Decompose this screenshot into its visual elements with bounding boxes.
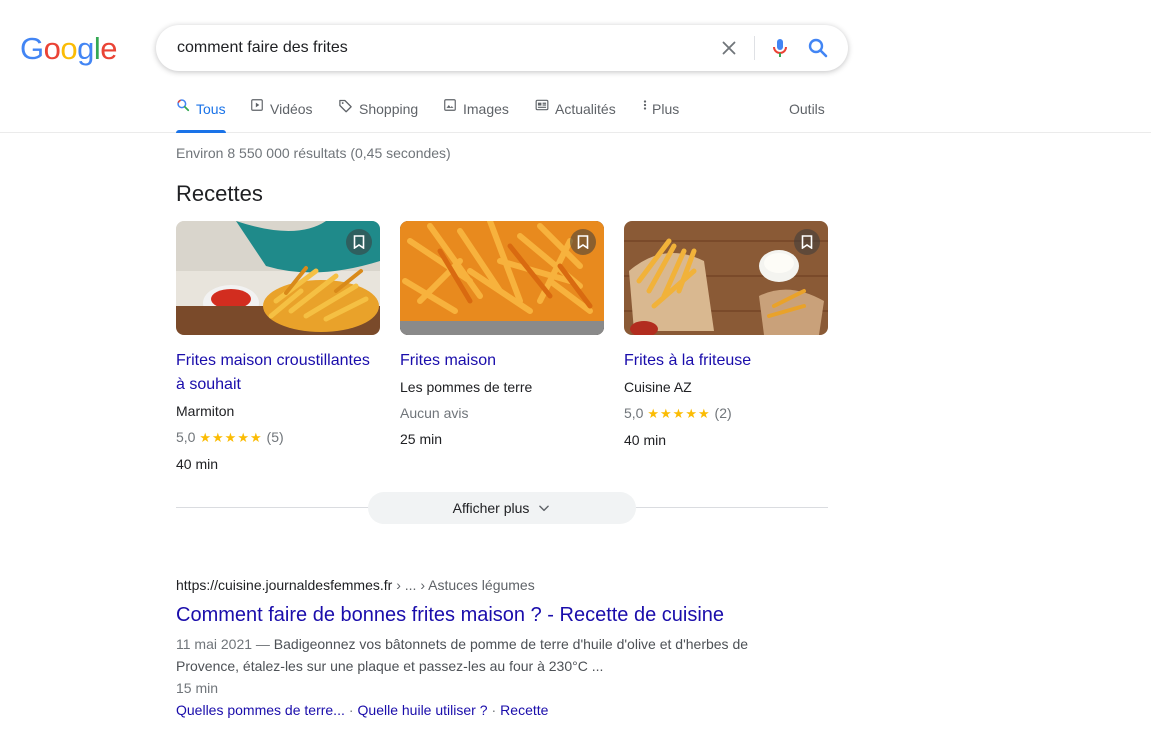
bookmark-icon[interactable] [346, 229, 372, 255]
result-title[interactable]: Comment faire de bonnes frites maison ? … [176, 602, 796, 628]
tab-label: Images [463, 101, 509, 117]
tab-actualites[interactable]: Actualités [535, 96, 616, 132]
recipe-card[interactable]: Frites maison croustillantes à souhait M… [176, 221, 380, 474]
tab-label: Vidéos [270, 101, 313, 117]
google-logo[interactable]: Google [20, 31, 118, 67]
tab-label: Plus [652, 101, 680, 117]
rating-stars: ★★★★★ [199, 430, 263, 445]
clear-icon[interactable] [718, 37, 740, 59]
recipe-image[interactable] [624, 221, 828, 335]
recipe-source: Cuisine AZ [624, 379, 692, 395]
bookmark-icon[interactable] [794, 229, 820, 255]
tab-label: Shopping [359, 101, 419, 117]
recipe-source: Marmiton [176, 403, 235, 419]
recipe-image[interactable] [400, 221, 604, 335]
search-icon [177, 99, 190, 112]
search-result: https://cuisine.journaldesfemmes.fr › ..… [176, 575, 796, 721]
tab-videos[interactable]: Vidéos [250, 96, 313, 132]
rating-value: 5,0 [176, 429, 196, 445]
recipe-rating: 5,0 ★★★★★ (5) [176, 427, 380, 448]
separator: · [491, 702, 497, 718]
play-icon [251, 99, 263, 111]
recipe-time: 40 min [624, 432, 667, 448]
recipe-time: 25 min [400, 431, 443, 447]
search-icon[interactable] [806, 36, 830, 60]
section-title: Recettes [176, 181, 263, 206]
tab-label: Actualités [555, 101, 616, 117]
tab-tous[interactable]: Tous [176, 96, 226, 133]
result-stats: Environ 8 550 000 résultats (0,45 second… [176, 145, 451, 161]
result-snippet: 11 mai 2021 — Badigeonnez vos bâtonnets … [176, 633, 766, 677]
tag-icon [339, 99, 352, 113]
recipe-title[interactable]: Frites à la friteuse [624, 349, 828, 373]
search-box[interactable]: comment faire des frites [156, 25, 848, 71]
recipe-time: 40 min [176, 456, 219, 472]
result-date: 11 mai 2021 — [176, 636, 274, 652]
recipe-image[interactable] [176, 221, 380, 335]
tools-button[interactable]: Outils [789, 96, 825, 132]
recipe-source: Les pommes de terre [400, 379, 533, 395]
sitelink[interactable]: Quelles pommes de terre... [176, 702, 345, 718]
logo-letter: G [20, 31, 44, 66]
search-input[interactable]: comment faire des frites [177, 39, 348, 57]
recipe-title[interactable]: Frites maison croustillantes à souhait [176, 349, 380, 397]
image-icon [444, 99, 456, 111]
tools-label: Outils [789, 101, 825, 117]
recipe-rating: 5,0 ★★★★★ (2) [624, 403, 828, 424]
search-divider [754, 36, 755, 60]
show-more-button[interactable]: Afficher plus [368, 492, 636, 524]
search-tabs: Tous Vidéos Shopping Images Actualités P… [0, 96, 1151, 133]
news-icon [535, 99, 549, 111]
microphone-icon[interactable] [768, 36, 792, 60]
result-domain: https://cuisine.journaldesfemmes.fr [176, 577, 393, 593]
rating-stars: ★★★★★ [647, 406, 711, 421]
show-more-label: Afficher plus [452, 500, 530, 516]
logo-letter: e [100, 31, 118, 66]
logo-letter: o [60, 31, 78, 66]
result-breadcrumbs: › ... › Astuces légumes [392, 577, 535, 593]
tab-label: Tous [196, 101, 226, 117]
result-time: 15 min [176, 680, 219, 696]
sitelink[interactable]: Recette [500, 702, 548, 718]
sitelinks: Quelles pommes de terre... · Quelle huile … [176, 699, 796, 721]
logo-letter: o [43, 31, 61, 66]
more-vert-icon [643, 100, 647, 110]
result-url[interactable]: https://cuisine.journaldesfemmes.fr › ..… [176, 575, 796, 595]
sitelink[interactable]: Quelle huile utiliser ? [358, 702, 488, 718]
recipe-card[interactable]: Frites maison Les pommes de terre Aucun … [400, 221, 604, 449]
review-count: (5) [266, 429, 284, 445]
recipe-reviews: Aucun avis [400, 405, 469, 421]
tab-images[interactable]: Images [443, 96, 509, 132]
review-count: (2) [714, 405, 732, 421]
tab-shopping[interactable]: Shopping [338, 96, 418, 132]
recipe-card[interactable]: Frites à la friteuse Cuisine AZ 5,0 ★★★★… [624, 221, 828, 450]
tab-plus[interactable]: Plus [641, 96, 679, 132]
chevron-down-icon [539, 505, 550, 512]
bookmark-icon[interactable] [570, 229, 596, 255]
rating-value: 5,0 [624, 405, 644, 421]
recipe-title[interactable]: Frites maison [400, 349, 604, 373]
logo-letter: g [77, 31, 94, 66]
separator: · [348, 702, 354, 718]
